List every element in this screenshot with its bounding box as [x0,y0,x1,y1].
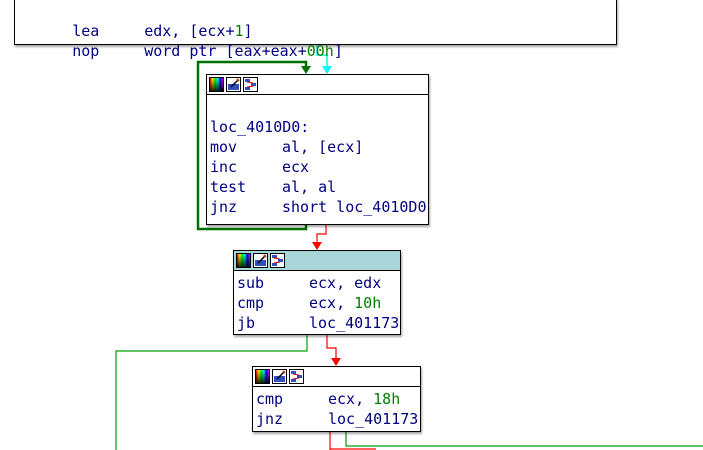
operand-suffix: ] [333,42,343,60]
mnemonic: sub [237,274,265,292]
instr-jnz[interactable]: jnz loc_401173 [256,409,420,429]
edge-top-to-loop-arrow [322,66,332,74]
mnemonic: jnz [210,198,238,216]
operand: ecx, edx [309,274,382,292]
instr-inc[interactable]: inc ecx [210,157,428,177]
mnemonic: nop [72,42,100,60]
graph-overview-icon[interactable] [243,77,258,92]
instr-jnz[interactable]: jnz short loc_4010D0 [210,197,428,217]
graph-overview-icon[interactable] [270,253,285,268]
block-titlebar [234,251,400,271]
operand-number: 18h [373,390,401,408]
operand: word ptr [eax+eax+ [144,42,307,60]
operand: ecx [282,158,310,176]
mnemonic: cmp [256,390,284,408]
operand: loc_401173 [309,314,400,332]
edge-loop-to-sub [316,225,327,244]
block-titlebar [207,75,428,95]
mnemonic: jb [237,314,256,332]
mnemonic: test [210,178,247,196]
block-label[interactable]: loc_4010D0: [210,117,428,137]
mnemonic: jnz [256,410,284,428]
mnemonic: lea [72,22,100,40]
edge-sub-to-cmp [326,335,337,360]
color-picker-icon[interactable] [255,369,270,384]
block-top[interactable]: lea edx, [ecx+1] nop word ptr [eax+eax+00h… [14,0,617,60]
block-cmp[interactable]: cmp ecx, 18h jnz loc_401173 [252,366,421,432]
edge-loop-to-sub-arrow [312,242,322,250]
instr-sub[interactable]: sub ecx, edx [237,273,400,293]
color-picker-icon[interactable] [236,253,251,268]
operand: al, al [282,178,337,196]
mnemonic: mov [210,138,238,156]
rename-icon[interactable] [272,369,287,384]
block-loc-4010d0[interactable]: loc_4010D0: mov al, [ecx] inc ecx test al, … [206,74,429,225]
instr-mov[interactable]: mov al, [ecx] [210,137,428,157]
operand-number: 00h [306,42,334,60]
operand: al, [ecx] [282,138,364,156]
mnemonic: inc [210,158,238,176]
operand-number: 10h [354,294,382,312]
instr-test[interactable]: test al, al [210,177,428,197]
operand-suffix: ] [243,22,253,40]
instr-jb[interactable]: jb loc_401173 [237,313,400,333]
block-sub[interactable]: sub ecx, edx cmp ecx, 10h jb loc_401173 [233,250,401,335]
operand-number: 1 [234,22,244,40]
operand: ecx, [328,390,374,408]
edge-loop-back-arrow [301,66,311,74]
instr-cmp[interactable]: cmp ecx, 10h [237,293,400,313]
block-titlebar [253,367,420,387]
operand: edx, [ecx+ [144,22,235,40]
edge-cmp-true [345,432,703,447]
instr-lea[interactable]: lea edx, [ecx+1] [18,1,616,40]
instr-cmp[interactable]: cmp ecx, 18h [256,389,420,409]
operand: short loc_4010D0 [282,198,427,216]
rename-icon[interactable] [226,77,241,92]
operand: ecx, [309,294,355,312]
graph-overview-icon[interactable] [289,369,304,384]
edge-sub-to-cmp-arrow [331,358,341,366]
mnemonic: cmp [237,294,265,312]
operand: loc_401173 [328,410,419,428]
color-picker-icon[interactable] [209,77,224,92]
rename-icon[interactable] [253,253,268,268]
